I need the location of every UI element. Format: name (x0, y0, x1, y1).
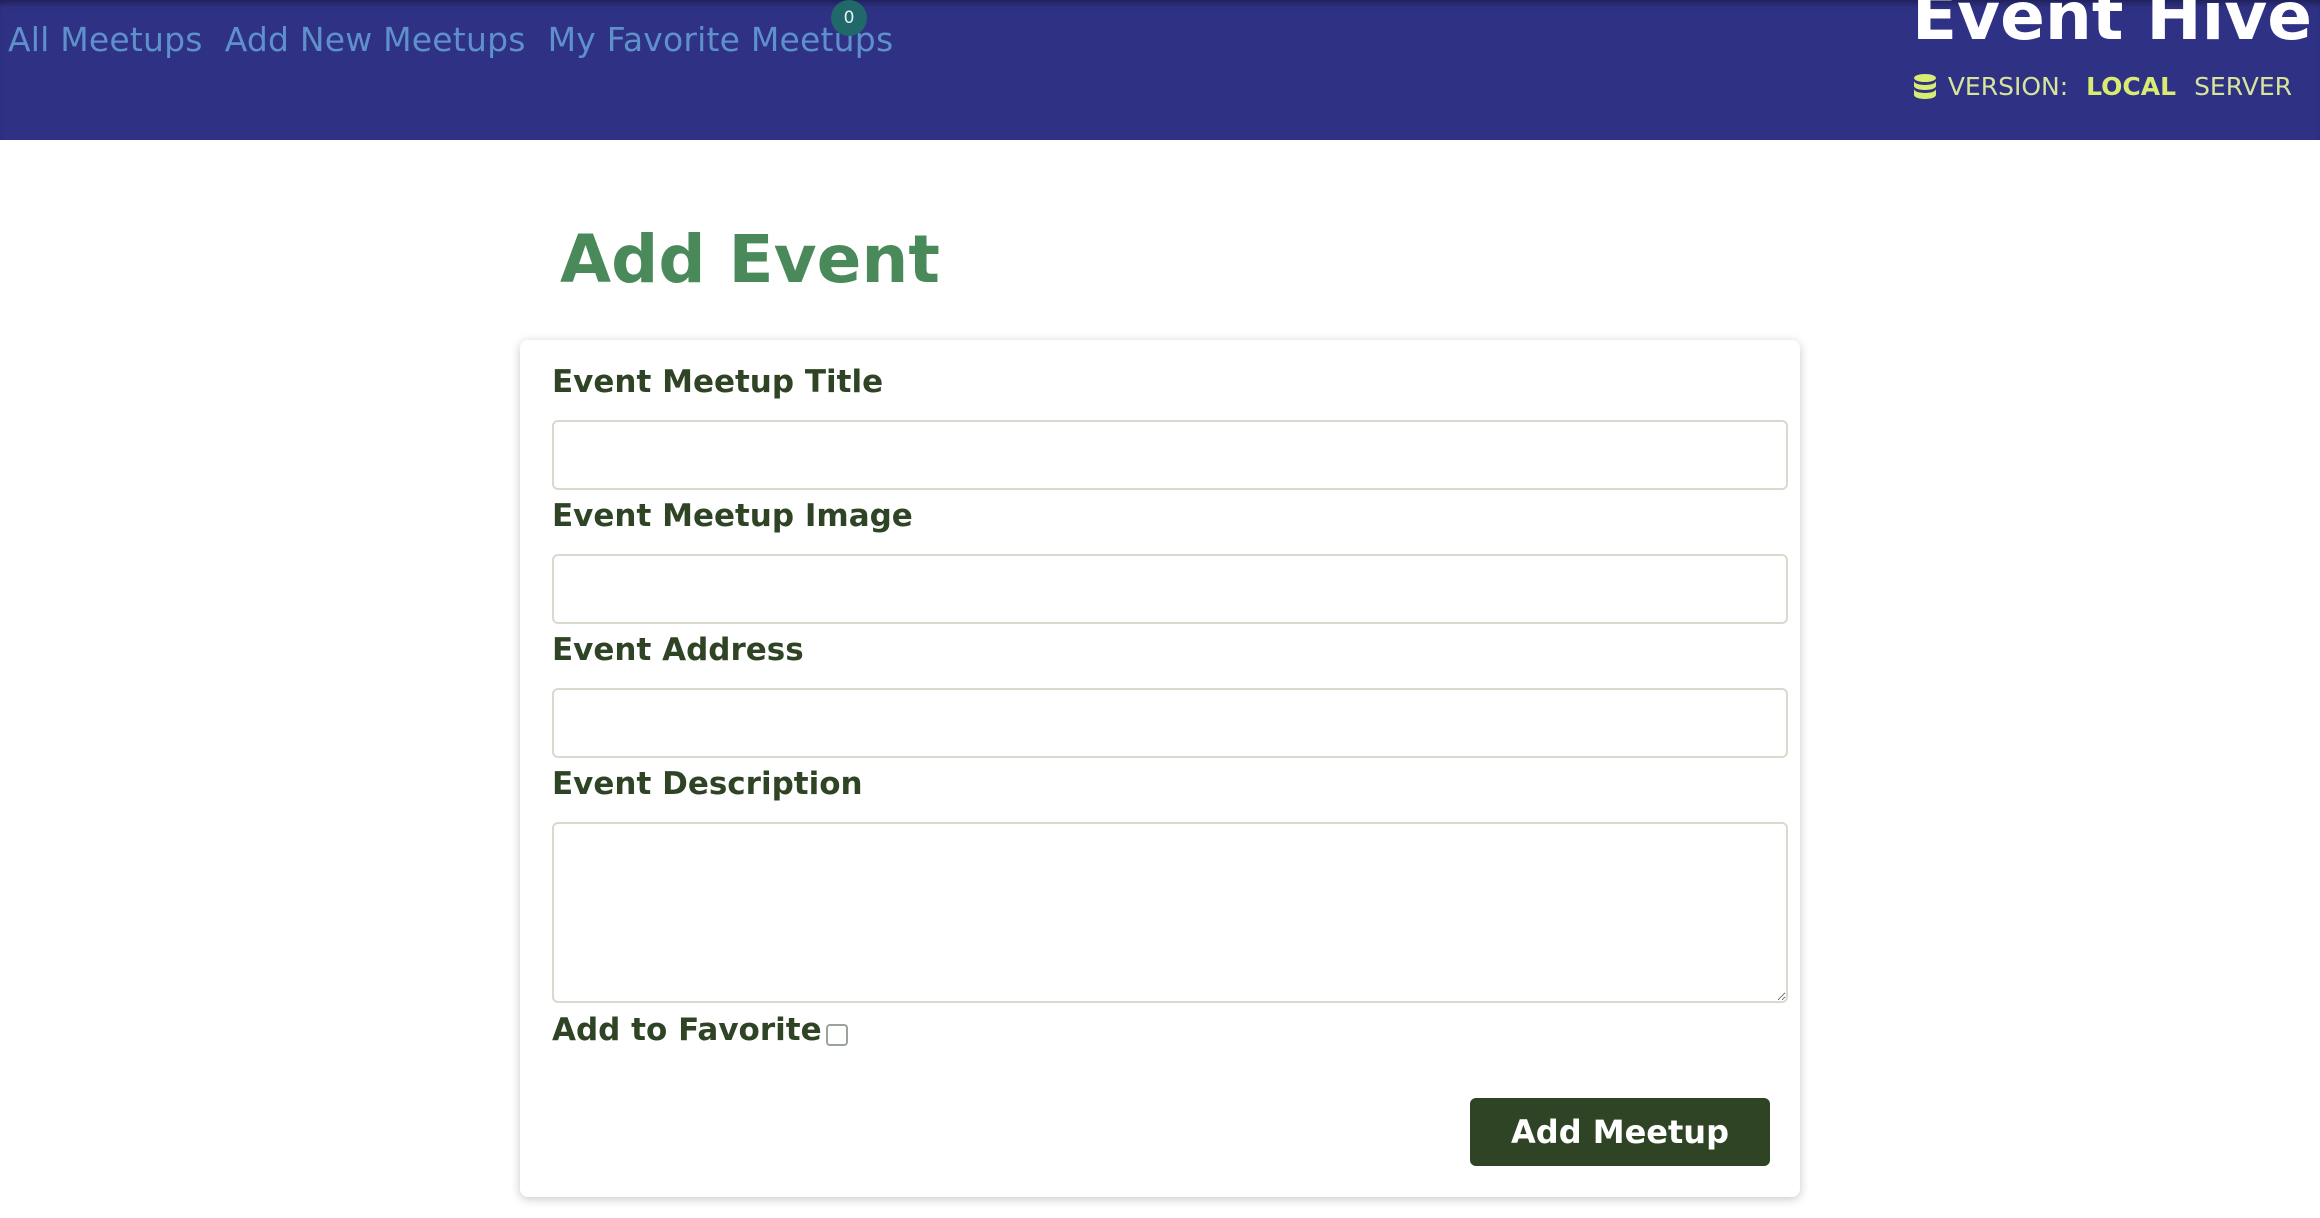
brand-title: Event Hive (1911, 0, 2312, 55)
page-title: Add Event (560, 221, 940, 298)
nav-add-new-meetups[interactable]: Add New Meetups (225, 20, 526, 59)
version-label: VERSION: (1947, 72, 2069, 101)
description-label: Event Description (552, 766, 863, 802)
version-server-option[interactable]: SERVER (2194, 72, 2292, 101)
favorites-count-badge: 0 (831, 0, 867, 36)
title-input[interactable] (552, 420, 1788, 490)
add-meetup-button[interactable]: Add Meetup (1470, 1098, 1770, 1166)
description-textarea[interactable] (552, 822, 1788, 1003)
address-label: Event Address (552, 632, 804, 668)
add-event-form: Event Meetup Title Event Meetup Image Ev… (520, 340, 1800, 1197)
database-icon (1913, 73, 1936, 99)
favorite-label: Add to Favorite (552, 1012, 822, 1048)
version-local-option[interactable]: LOCAL (2086, 72, 2176, 101)
nav-all-meetups[interactable]: All Meetups (8, 20, 203, 59)
favorite-row: Add to Favorite (552, 1012, 848, 1048)
version-switcher: VERSION: LOCAL SERVER (1912, 72, 2292, 101)
address-input[interactable] (552, 688, 1788, 758)
favorite-checkbox[interactable] (825, 1024, 848, 1046)
main-nav: All Meetups Add New Meetups My Favorite … (8, 20, 893, 59)
image-label: Event Meetup Image (552, 498, 913, 534)
top-navbar: All Meetups Add New Meetups My Favorite … (0, 0, 2320, 140)
image-input[interactable] (552, 554, 1788, 624)
title-label: Event Meetup Title (552, 364, 884, 400)
